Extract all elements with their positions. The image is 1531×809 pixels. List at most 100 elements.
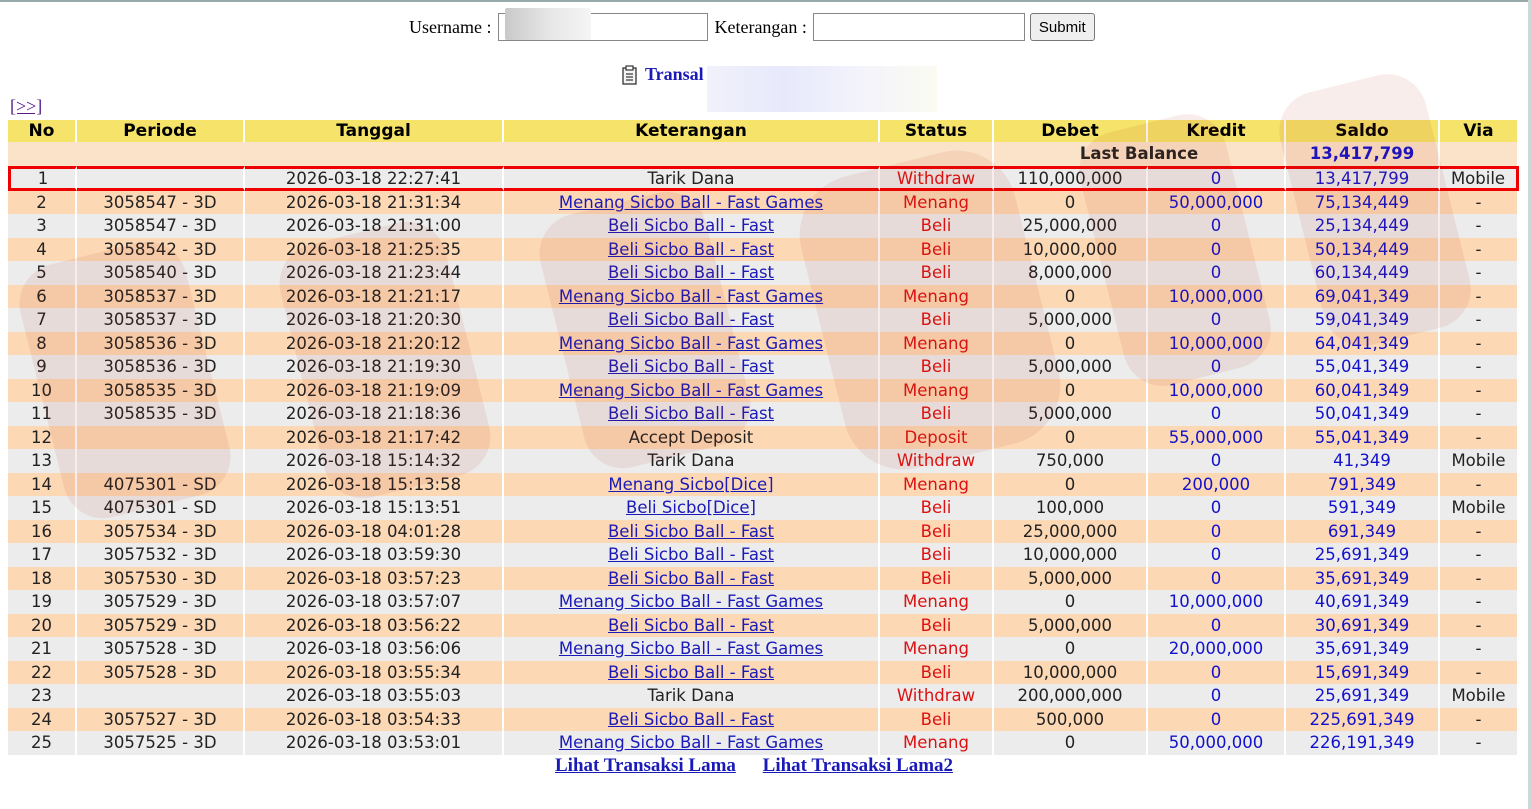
row-saldo: 13,417,799 <box>1286 165 1440 191</box>
row-debet: 500,000 <box>994 707 1148 731</box>
table-row: 19 3057529 - 3D 2026-03-18 03:57:07 Menang … <box>8 590 1519 614</box>
row-no: 25 <box>8 731 77 755</box>
row-kredit: 0 <box>1148 402 1286 426</box>
row-saldo: 40,691,349 <box>1286 590 1440 614</box>
row-kredit: 0 <box>1148 237 1286 261</box>
row-debet: 0 <box>994 472 1148 496</box>
table-row: 12 2026-03-18 21:17:42 Accept Deposit Depos… <box>8 425 1519 449</box>
redacted-blur <box>707 66 937 112</box>
row-keterangan: Menang Sicbo Ball - Fast Games <box>504 378 880 402</box>
transaction-link[interactable]: Beli Sicbo Ball - Fast <box>608 710 774 729</box>
row-kredit: 0 <box>1148 308 1286 332</box>
row-kredit: 0 <box>1148 165 1286 191</box>
row-debet: 0 <box>994 378 1148 402</box>
row-periode: 3058547 - 3D <box>77 214 245 238</box>
transaction-link[interactable]: Menang Sicbo Ball - Fast Games <box>559 733 823 752</box>
row-no: 22 <box>8 660 77 684</box>
footer-links: Lihat Transaksi Lama Lihat Transaksi Lam… <box>555 755 975 777</box>
table-row: 22 3057528 - 3D 2026-03-18 03:55:34 Beli Si… <box>8 660 1519 684</box>
row-keterangan: Beli Sicbo Ball - Fast <box>504 707 880 731</box>
row-debet: 5,000,000 <box>994 355 1148 379</box>
transaction-link[interactable]: Beli Sicbo[Dice] <box>626 498 756 517</box>
old-transactions-link[interactable]: Lihat Transaksi Lama <box>555 755 736 776</box>
row-keterangan: Beli Sicbo[Dice] <box>504 496 880 520</box>
transaction-link[interactable]: Beli Sicbo Ball - Fast <box>608 310 774 329</box>
redacted-blur <box>505 8 591 40</box>
transaction-link[interactable]: Menang Sicbo Ball - Fast Games <box>559 193 823 212</box>
row-no: 4 <box>8 237 77 261</box>
table-row: 23 2026-03-18 03:55:03 Tarik Dana Withdraw 2… <box>8 684 1519 708</box>
row-kredit: 10,000,000 <box>1148 284 1286 308</box>
row-debet: 25,000,000 <box>994 519 1148 543</box>
row-no: 18 <box>8 566 77 590</box>
transaction-link[interactable]: Menang Sicbo[Dice] <box>608 475 773 494</box>
table-header-row: No Periode Tanggal Keterangan Status Debet Kre… <box>8 120 1519 142</box>
table-row: 20 3057529 - 3D 2026-03-18 03:56:22 Beli Si… <box>8 613 1519 637</box>
row-debet: 5,000,000 <box>994 566 1148 590</box>
submit-button[interactable]: Submit <box>1029 13 1095 41</box>
row-keterangan: Beli Sicbo Ball - Fast <box>504 566 880 590</box>
row-saldo: 225,691,349 <box>1286 707 1440 731</box>
table-row: 21 3057528 - 3D 2026-03-18 03:56:06 Menang … <box>8 637 1519 661</box>
row-via: - <box>1440 190 1519 214</box>
row-no: 11 <box>8 402 77 426</box>
row-debet: 0 <box>994 731 1148 755</box>
row-tanggal: 2026-03-18 22:27:41 <box>245 165 504 191</box>
row-status: Deposit <box>880 425 994 449</box>
transaction-link[interactable]: Beli Sicbo Ball - Fast <box>608 404 774 423</box>
transaction-link[interactable]: Beli Sicbo Ball - Fast <box>608 569 774 588</box>
keterangan-input[interactable] <box>812 13 1025 41</box>
transaction-link[interactable]: Beli Sicbo Ball - Fast <box>608 263 774 282</box>
row-periode: 3057532 - 3D <box>77 543 245 567</box>
row-no: 1 <box>8 165 77 191</box>
transaction-link[interactable]: Beli Sicbo Ball - Fast <box>608 616 774 635</box>
old-transactions2-link[interactable]: Lihat Transaksi Lama2 <box>763 755 953 776</box>
row-saldo: 15,691,349 <box>1286 660 1440 684</box>
row-periode: 3057534 - 3D <box>77 519 245 543</box>
row-periode: 3058537 - 3D <box>77 308 245 332</box>
transaction-link[interactable]: Menang Sicbo Ball - Fast Games <box>559 592 823 611</box>
transaction-link[interactable]: Beli Sicbo Ball - Fast <box>608 545 774 564</box>
row-periode: 3057529 - 3D <box>77 590 245 614</box>
row-status: Beli <box>880 261 994 285</box>
row-kredit: 10,000,000 <box>1148 378 1286 402</box>
row-keterangan: Menang Sicbo Ball - Fast Games <box>504 590 880 614</box>
transaction-link[interactable]: Beli Sicbo Ball - Fast <box>608 216 774 235</box>
row-debet: 25,000,000 <box>994 214 1148 238</box>
row-status: Withdraw <box>880 684 994 708</box>
clipboard-icon <box>622 64 637 85</box>
transactions-table: No Periode Tanggal Keterangan Status Debet Kre… <box>8 120 1519 755</box>
row-status: Beli <box>880 237 994 261</box>
row-debet: 5,000,000 <box>994 402 1148 426</box>
row-keterangan: Tarik Dana <box>504 684 880 708</box>
row-no: 15 <box>8 496 77 520</box>
row-periode: 3057528 - 3D <box>77 637 245 661</box>
row-kredit: 0 <box>1148 214 1286 238</box>
row-via: - <box>1440 261 1519 285</box>
transaction-link[interactable]: Beli Sicbo Ball - Fast <box>608 663 774 682</box>
transaction-link[interactable]: Menang Sicbo Ball - Fast Games <box>559 334 823 353</box>
row-tanggal: 2026-03-18 15:14:32 <box>245 449 504 473</box>
row-periode: 3057528 - 3D <box>77 660 245 684</box>
row-saldo: 25,134,449 <box>1286 214 1440 238</box>
row-periode <box>77 449 245 473</box>
transaction-link[interactable]: Menang Sicbo Ball - Fast Games <box>559 381 823 400</box>
col-debet-header: Debet <box>994 120 1148 142</box>
transaction-link[interactable]: Beli Sicbo Ball - Fast <box>608 357 774 376</box>
transaction-link[interactable]: Menang Sicbo Ball - Fast Games <box>559 287 823 306</box>
transaction-link[interactable]: Beli Sicbo Ball - Fast <box>608 522 774 541</box>
row-no: 6 <box>8 284 77 308</box>
row-keterangan: Beli Sicbo Ball - Fast <box>504 261 880 285</box>
username-label: Username : <box>409 16 492 37</box>
table-row: 15 4075301 - SD 2026-03-18 15:13:51 Beli Si… <box>8 496 1519 520</box>
col-no-header: No <box>8 120 77 142</box>
transaction-link[interactable]: Beli Sicbo Ball - Fast <box>608 240 774 259</box>
next-page-link[interactable]: [>>] <box>10 96 42 117</box>
row-via: - <box>1440 590 1519 614</box>
row-tanggal: 2026-03-18 03:57:07 <box>245 590 504 614</box>
transaction-link[interactable]: Menang Sicbo Ball - Fast Games <box>559 639 823 658</box>
row-periode <box>77 165 245 191</box>
table-row: 2 3058547 - 3D 2026-03-18 21:31:34 Menang S… <box>8 190 1519 214</box>
row-kredit: 50,000,000 <box>1148 731 1286 755</box>
col-kredit-header: Kredit <box>1148 120 1286 142</box>
